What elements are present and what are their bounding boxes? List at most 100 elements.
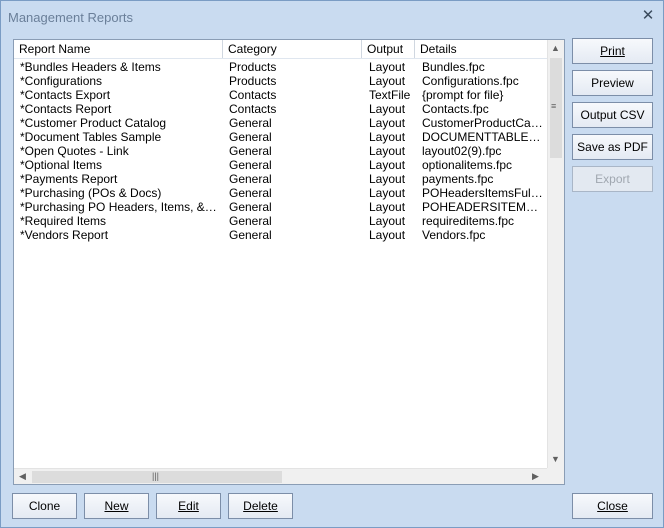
column-header-details[interactable]: Details xyxy=(415,40,547,58)
export-button: Export xyxy=(572,166,653,192)
column-header-category[interactable]: Category xyxy=(223,40,362,58)
output-csv-button-label: Output CSV xyxy=(580,108,645,122)
cell-output: Layout xyxy=(369,158,406,172)
print-button-label: Print xyxy=(600,44,625,58)
close-button-label: Close xyxy=(597,499,628,513)
table-row[interactable]: *Contacts Export Contacts TextFile {prompt … xyxy=(14,88,547,102)
edit-button-label: Edit xyxy=(178,499,199,513)
cell-output: Layout xyxy=(369,214,406,228)
table-row[interactable]: *Vendors Report General Layout Vendors.fpc xyxy=(14,228,547,242)
cell-report-name: *Customer Product Catalog xyxy=(20,116,167,130)
table-row[interactable]: *Document Tables Sample General Layout DOCU… xyxy=(14,130,547,144)
cell-report-name: *Payments Report xyxy=(20,172,118,186)
list-header: Report Name Category Output Details xyxy=(14,40,547,59)
cell-output: Layout xyxy=(369,60,406,74)
cell-details: POHeadersItemsFulfill... xyxy=(422,186,544,200)
close-icon[interactable]: ✕ xyxy=(639,7,657,25)
delete-button-label: Delete xyxy=(243,499,278,513)
print-button[interactable]: Print xyxy=(572,38,653,64)
table-row[interactable]: *Optional Items General Layout optionalitem… xyxy=(14,158,547,172)
cell-report-name: *Contacts Export xyxy=(20,88,111,102)
cell-details: {prompt for file} xyxy=(422,88,504,102)
cell-output: Layout xyxy=(369,116,406,130)
cell-output: Layout xyxy=(369,102,406,116)
cell-category: General xyxy=(229,214,272,228)
table-row[interactable]: *Configurations Products Layout Configurati… xyxy=(14,74,547,88)
cell-output: Layout xyxy=(369,144,406,158)
save-as-pdf-button[interactable]: Save as PDF xyxy=(572,134,653,160)
table-row[interactable]: *Required Items General Layout requireditem… xyxy=(14,214,547,228)
cell-report-name: *Configurations xyxy=(20,74,103,88)
cell-output: Layout xyxy=(369,228,406,242)
scroll-corner xyxy=(547,468,564,484)
cell-details: Vendors.fpc xyxy=(422,228,486,242)
cell-report-name: *Open Quotes - Link xyxy=(20,144,129,158)
cell-details: optionalitems.fpc xyxy=(422,158,513,172)
column-header-report-name[interactable]: Report Name xyxy=(14,40,223,58)
table-row[interactable]: *Purchasing PO Headers, Items, & Fulfill… xyxy=(14,200,547,214)
clone-button[interactable]: Clone xyxy=(12,493,77,519)
cell-details: POHEADERSITEMS... xyxy=(422,200,544,214)
new-button[interactable]: New xyxy=(84,493,149,519)
cell-category: General xyxy=(229,228,272,242)
table-row[interactable]: *Contacts Report Contacts Layout Contacts.f… xyxy=(14,102,547,116)
horizontal-scrollbar[interactable]: ◀ ||| ▶ xyxy=(14,468,547,484)
cell-category: Products xyxy=(229,74,277,88)
table-row[interactable]: *Purchasing (POs & Docs) General Layout POH… xyxy=(14,186,547,200)
cell-details: Contacts.fpc xyxy=(422,102,489,116)
cell-report-name: *Optional Items xyxy=(20,158,103,172)
hscroll-grip-icon: ||| xyxy=(152,471,160,481)
reports-list[interactable]: Report Name Category Output Details *Bun… xyxy=(13,39,565,485)
table-row[interactable]: *Bundles Headers & Items Products Layout Bu… xyxy=(14,60,547,74)
vertical-scrollbar[interactable]: ▲ ≡ ▼ xyxy=(547,40,564,468)
cell-category: Contacts xyxy=(229,88,277,102)
cell-report-name: *Bundles Headers & Items xyxy=(20,60,161,74)
output-csv-button[interactable]: Output CSV xyxy=(572,102,653,128)
export-button-label: Export xyxy=(595,172,630,186)
cell-category: Contacts xyxy=(229,102,277,116)
cell-report-name: *Purchasing (POs & Docs) xyxy=(20,186,162,200)
scroll-down-icon[interactable]: ▼ xyxy=(551,454,560,464)
cell-category: General xyxy=(229,144,272,158)
cell-report-name: *Vendors Report xyxy=(20,228,109,242)
cell-category: General xyxy=(229,158,272,172)
scroll-up-icon[interactable]: ▲ xyxy=(551,43,560,53)
cell-category: Products xyxy=(229,60,277,74)
cell-output: Layout xyxy=(369,200,406,214)
scroll-right-icon[interactable]: ▶ xyxy=(532,471,539,482)
edit-button[interactable]: Edit xyxy=(156,493,221,519)
cell-category: General xyxy=(229,116,272,130)
cell-details: Configurations.fpc xyxy=(422,74,519,88)
table-row[interactable]: *Open Quotes - Link General Layout layout02… xyxy=(14,144,547,158)
cell-details: layout02(9).fpc xyxy=(422,144,502,158)
cell-details: requireditems.fpc xyxy=(422,214,515,228)
cell-report-name: *Required Items xyxy=(20,214,107,228)
cell-output: Layout xyxy=(369,186,406,200)
cell-report-name: *Document Tables Sample xyxy=(20,130,162,144)
preview-button[interactable]: Preview xyxy=(572,70,653,96)
scroll-left-icon[interactable]: ◀ xyxy=(19,471,26,482)
cell-details: Bundles.fpc xyxy=(422,60,485,74)
close-button[interactable]: Close xyxy=(572,493,653,519)
cell-details: CustomerProductCatal... xyxy=(422,116,544,130)
cell-category: General xyxy=(229,186,272,200)
table-row[interactable]: *Payments Report General Layout payments.fp… xyxy=(14,172,547,186)
cell-details: payments.fpc xyxy=(422,172,494,186)
table-row[interactable]: *Customer Product Catalog General Layout Cu… xyxy=(14,116,547,130)
column-header-output[interactable]: Output xyxy=(362,40,415,58)
clone-button-label: Clone xyxy=(28,499,61,513)
cell-report-name: *Purchasing PO Headers, Items, & Fulfill… xyxy=(20,200,220,214)
cell-output: Layout xyxy=(369,130,406,144)
cell-output: TextFile xyxy=(369,88,411,102)
cell-report-name: *Contacts Report xyxy=(20,102,112,116)
save-as-pdf-button-label: Save as PDF xyxy=(577,140,648,154)
title-bar: Management Reports ✕ xyxy=(1,1,663,31)
delete-button[interactable]: Delete xyxy=(228,493,293,519)
cell-category: General xyxy=(229,130,272,144)
cell-output: Layout xyxy=(369,74,406,88)
cell-details: DOCUMENTTABLES... xyxy=(422,130,544,144)
scroll-grip-icon: ≡ xyxy=(551,101,557,111)
cell-category: General xyxy=(229,172,272,186)
window-title: Management Reports xyxy=(8,10,134,25)
cell-category: General xyxy=(229,200,272,214)
